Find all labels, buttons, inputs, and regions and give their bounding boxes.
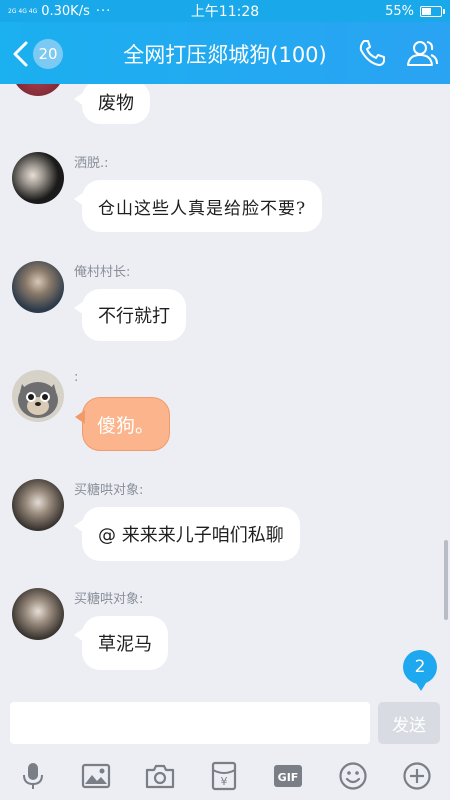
- input-bar: 发送: [0, 696, 450, 750]
- signal-indicator: 2G 4G 4G: [8, 7, 38, 15]
- avatar[interactable]: [12, 479, 64, 531]
- wolf-avatar-icon: [18, 382, 58, 418]
- message-bubble[interactable]: 废物: [74, 84, 150, 124]
- red-packet-icon[interactable]: ¥: [208, 760, 240, 792]
- message-list[interactable]: 废物 洒脱.: 仓山这些人真是给脸不要? 俺村村长: 不行就打 : 傻狗。 买糖…: [0, 84, 450, 696]
- message-bubble[interactable]: @ 来来来儿子咱们私聊: [74, 507, 300, 561]
- message-input[interactable]: [10, 702, 370, 744]
- group-members-icon[interactable]: [405, 38, 439, 68]
- new-message-badge[interactable]: 2: [403, 650, 437, 691]
- message-bubble[interactable]: 不行就打: [74, 289, 186, 341]
- emoji-icon[interactable]: [337, 760, 369, 792]
- scrollbar[interactable]: [444, 540, 448, 620]
- plus-icon[interactable]: [401, 760, 433, 792]
- network-speed: 0.30K/s: [41, 3, 90, 19]
- send-button[interactable]: 发送: [378, 702, 440, 744]
- microphone-icon[interactable]: [17, 760, 49, 792]
- sender-name: 买糖哄对象:: [74, 483, 144, 498]
- more-notifications-icon: ···: [95, 3, 112, 19]
- phone-icon[interactable]: [357, 38, 387, 68]
- chat-header: 20 全网打压郯城狗(100): [0, 22, 450, 84]
- avatar[interactable]: [12, 588, 64, 640]
- input-toolbar: ¥ GIF: [0, 750, 450, 800]
- camera-icon[interactable]: [144, 760, 176, 792]
- sender-name: 洒脱.:: [74, 156, 109, 171]
- battery-icon: [420, 5, 445, 17]
- avatar[interactable]: [12, 261, 64, 313]
- sender-name: 俺村村长:: [74, 265, 131, 280]
- avatar[interactable]: [12, 152, 64, 204]
- message-bubble[interactable]: 草泥马: [74, 616, 168, 670]
- gif-label: GIF: [278, 771, 299, 784]
- red-packet-label: ¥: [221, 775, 228, 788]
- image-icon[interactable]: [80, 760, 112, 792]
- sender-name: :: [74, 370, 79, 385]
- battery-percentage: 55%: [385, 3, 414, 19]
- avatar[interactable]: [12, 84, 64, 96]
- message-bubble[interactable]: 仓山这些人真是给脸不要?: [73, 180, 323, 232]
- message-bubble[interactable]: 傻狗。: [75, 397, 170, 451]
- avatar[interactable]: [12, 370, 64, 422]
- sender-name: 买糖哄对象:: [74, 592, 144, 607]
- status-bar: 2G 4G 4G 0.30K/s ··· 上午11:28 55%: [0, 0, 450, 22]
- gif-icon[interactable]: GIF: [272, 760, 304, 792]
- battery-fill: [422, 7, 432, 15]
